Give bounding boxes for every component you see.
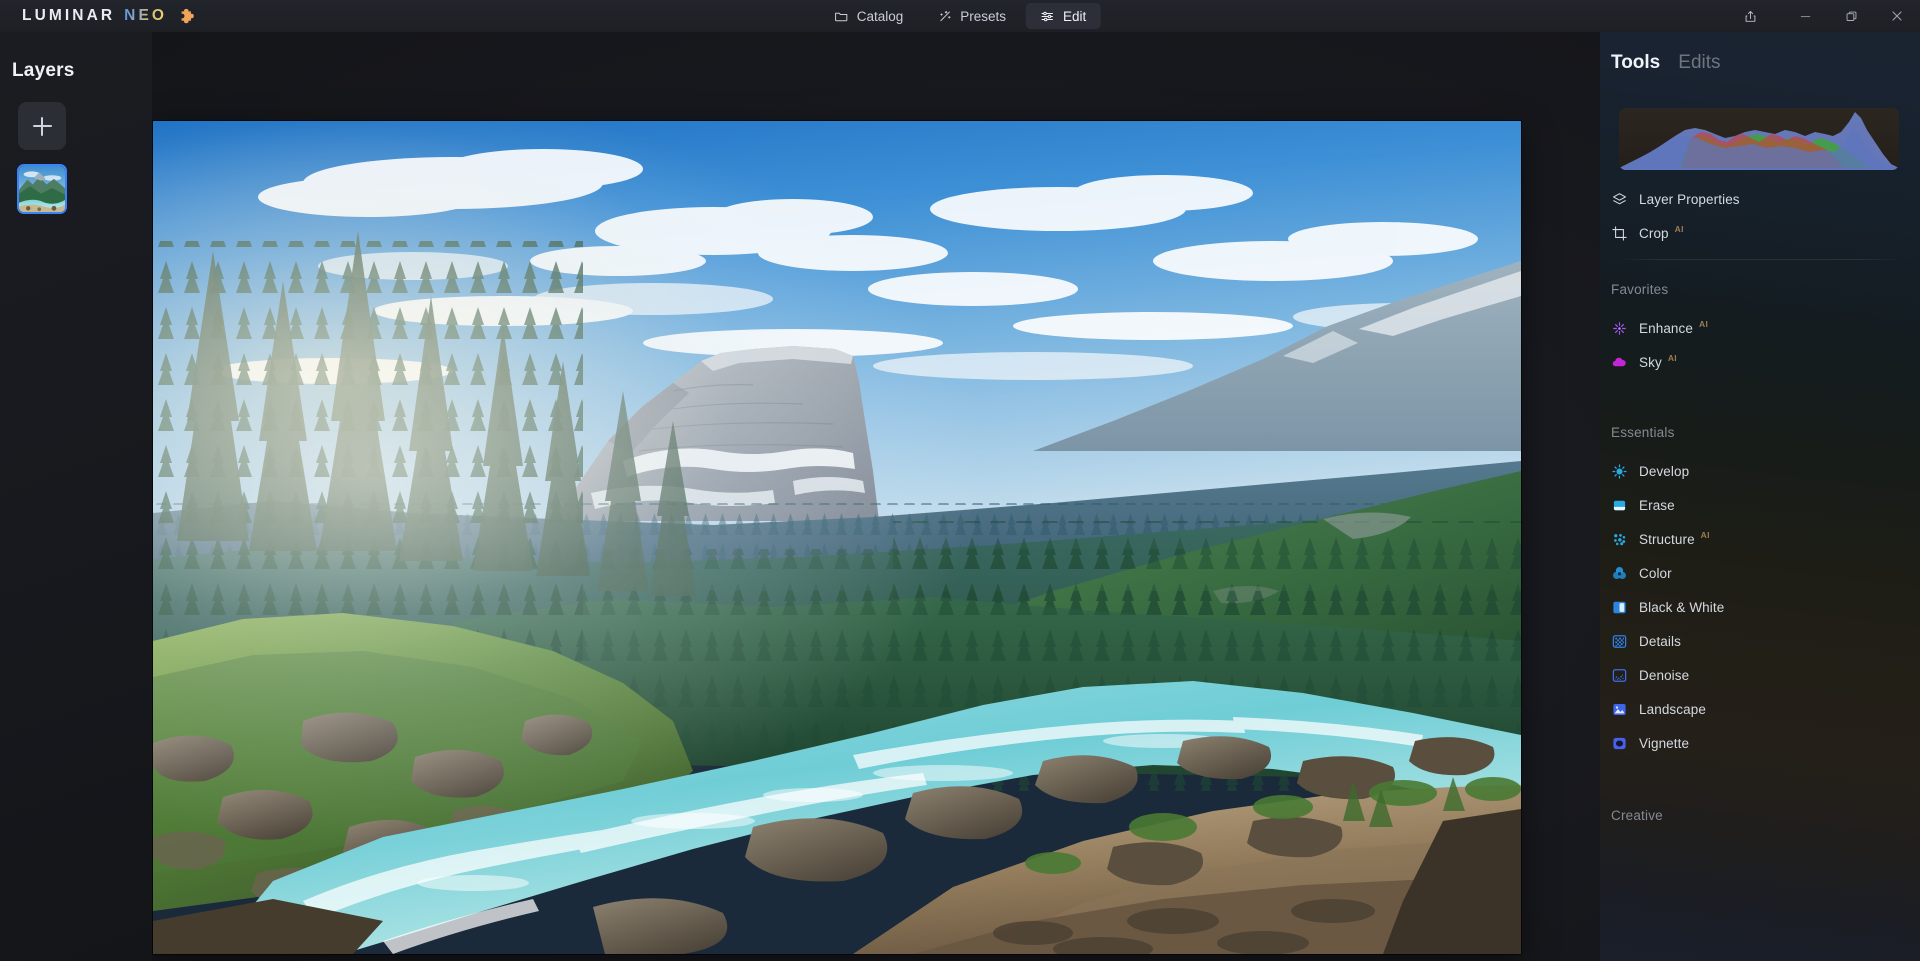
tool-develop[interactable]: Develop [1600, 454, 1920, 488]
histogram-plot [1619, 112, 1899, 170]
tool-layer-properties[interactable]: Layer Properties [1600, 182, 1920, 216]
tool-label: Erase [1639, 497, 1675, 513]
tool-label: Crop [1639, 225, 1669, 241]
sliders-icon [1041, 11, 1054, 21]
tool-crop[interactable]: Crop AI [1600, 216, 1920, 250]
eraser-icon [1611, 497, 1628, 514]
share-icon [1745, 10, 1755, 22]
tool-label: Color [1639, 565, 1672, 581]
tool-landscape[interactable]: Landscape [1600, 692, 1920, 726]
tool-black-and-white[interactable]: Black & White [1600, 590, 1920, 624]
ai-badge: AI [1667, 353, 1677, 363]
layers-panel: Layers [0, 32, 152, 961]
tools-list: Layer Properties Crop AI Favorites Enhan… [1600, 182, 1920, 823]
ai-badge: AI [1674, 224, 1684, 234]
tool-structure[interactable]: Structure AI [1600, 522, 1920, 556]
ai-badge: AI [1700, 530, 1710, 540]
photo-image [153, 121, 1521, 954]
checker-grid-icon [1611, 633, 1628, 650]
section-title-creative: Creative [1611, 808, 1663, 823]
nav-presets[interactable]: Presets [923, 3, 1020, 29]
nav-catalog-label: Catalog [856, 8, 904, 24]
tool-label: Vignette [1639, 735, 1690, 751]
canvas-area [152, 32, 1600, 961]
luminar-neo-window: LUMINAR NEO Catalog Presets Edit Layers … [0, 0, 1920, 961]
tool-label: Enhance [1639, 320, 1693, 336]
nav-presets-label: Presets [960, 8, 1007, 24]
tool-label: Sky [1639, 354, 1662, 370]
cloud-icon [1611, 354, 1628, 371]
tool-vignette[interactable]: Vignette [1600, 726, 1920, 760]
layers-icon [1611, 191, 1628, 208]
vignette-icon [1611, 735, 1628, 752]
tool-label: Landscape [1639, 701, 1706, 717]
photo-preview[interactable] [153, 121, 1521, 954]
tool-label: Layer Properties [1639, 191, 1740, 207]
layers-panel-title: Layers [12, 60, 75, 81]
tool-label: Structure [1639, 531, 1695, 547]
restore-icon [1846, 11, 1856, 21]
tool-details[interactable]: Details [1600, 624, 1920, 658]
tool-label: Develop [1639, 463, 1690, 479]
rgb-histogram [1619, 108, 1899, 170]
title-bar: LUMINAR NEO Catalog Presets Edit [0, 0, 1920, 32]
sun-icon [1611, 463, 1628, 480]
noise-square-icon [1611, 667, 1628, 684]
app-logo: LUMINAR NEO [22, 0, 198, 32]
share-button[interactable] [1730, 0, 1770, 32]
ai-badge: AI [1699, 319, 1709, 329]
close-icon [1892, 11, 1902, 21]
image-mountain-icon [1611, 701, 1628, 718]
tab-tools[interactable]: Tools [1611, 53, 1660, 72]
tools-panel: Tools Edits Layer Properties Crop AI Fav… [1600, 0, 1920, 961]
nav-edit[interactable]: Edit [1026, 3, 1101, 29]
close-button[interactable] [1874, 0, 1920, 32]
section-title-essentials: Essentials [1611, 425, 1675, 440]
color-wheel-icon [1611, 565, 1628, 582]
tools-tabs: Tools Edits [1600, 49, 1920, 75]
window-controls [1730, 0, 1920, 32]
puzzle-piece-icon[interactable] [179, 7, 198, 26]
minimize-icon [1800, 15, 1810, 17]
add-layer-button[interactable] [18, 102, 66, 150]
tool-color[interactable]: Color [1600, 556, 1920, 590]
tab-edits[interactable]: Edits [1678, 53, 1720, 72]
tool-denoise[interactable]: Denoise [1600, 658, 1920, 692]
nav-catalog[interactable]: Catalog [820, 3, 918, 29]
brand-secondary-text: NEO [124, 7, 168, 24]
top-navigation: Catalog Presets Edit [820, 3, 1101, 29]
dots-grid-icon [1611, 531, 1628, 548]
layer-thumbnail[interactable] [17, 164, 67, 214]
section-title-favorites: Favorites [1611, 282, 1669, 297]
tool-label: Details [1639, 633, 1681, 649]
contrast-square-icon [1611, 599, 1628, 616]
crop-icon [1611, 225, 1628, 242]
layer-thumbnail-image [19, 166, 65, 212]
nav-edit-label: Edit [1063, 8, 1087, 24]
magic-wand-icon [939, 10, 951, 21]
tool-enhance[interactable]: Enhance AI [1600, 311, 1920, 345]
tool-label: Black & White [1639, 599, 1725, 615]
tool-sky[interactable]: Sky AI [1600, 345, 1920, 379]
folder-icon [835, 12, 848, 21]
tool-label: Denoise [1639, 667, 1690, 683]
maximize-button[interactable] [1828, 0, 1874, 32]
sparkle-burst-icon [1611, 320, 1628, 337]
tool-erase[interactable]: Erase [1600, 488, 1920, 522]
minimize-button[interactable] [1782, 0, 1828, 32]
brand-primary-text: LUMINAR [22, 7, 116, 24]
